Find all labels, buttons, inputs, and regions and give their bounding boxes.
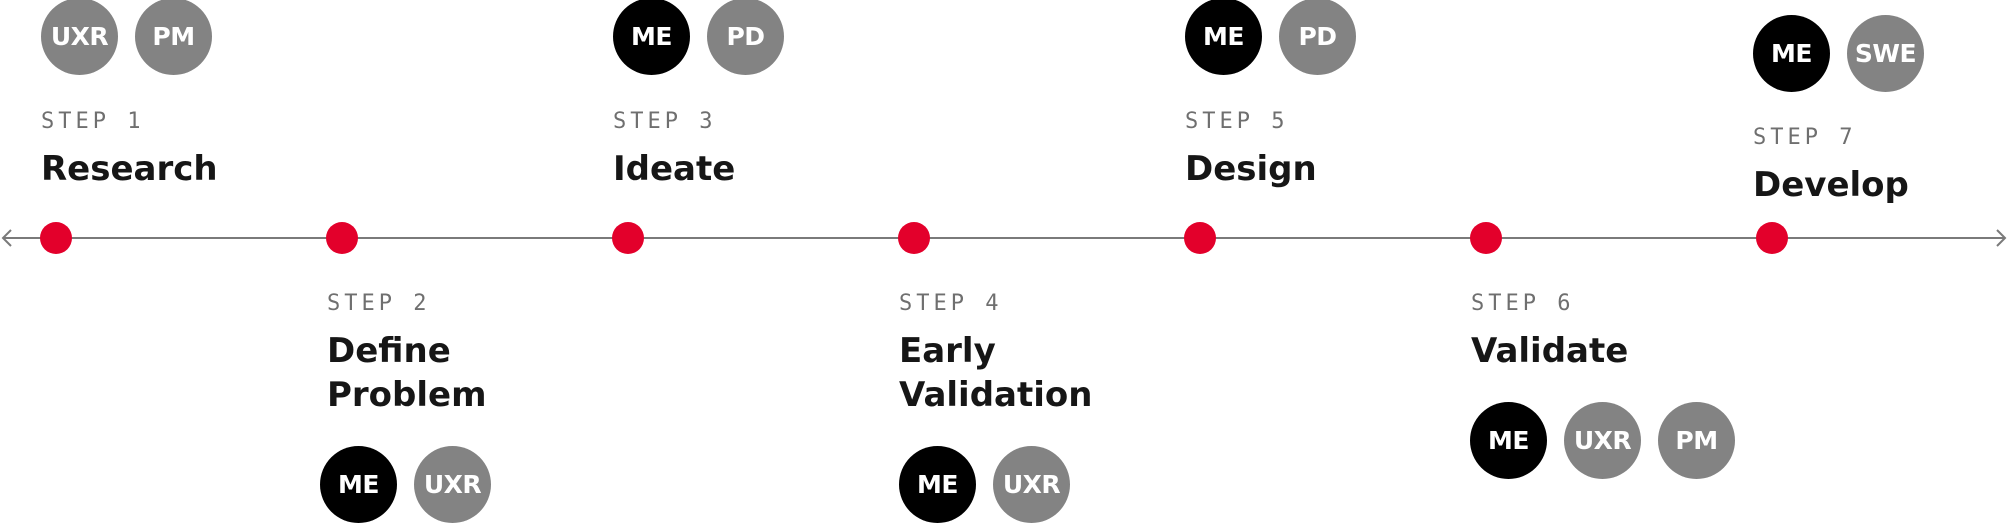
step-7-label: STEP 7 [1753,125,1857,150]
step-2: STEP 2 Define Problem [327,291,627,417]
role-badge-uxr: UXR [1564,402,1641,479]
step-7: STEP 7 Develop [1753,125,2008,207]
step-5: STEP 5 Design [1185,109,1485,191]
step-4-title: Early Validation [899,331,1093,415]
step-2-label: STEP 2 [327,291,431,316]
role-badge-pm: PM [1658,402,1735,479]
role-badge-uxr: UXR [41,0,118,75]
role-badge-me: ME [613,0,690,75]
step-6-roles: ME UXR PM [1470,402,1735,479]
role-badge-me: ME [1753,15,1830,92]
step-5-roles: ME PD [1185,0,1356,75]
step-3-title: Ideate [613,149,736,189]
step-4-label: STEP 4 [899,291,1003,316]
role-badge-me: ME [320,446,397,523]
milestone-dot-step-7 [1756,222,1788,254]
milestone-dot-step-2 [326,222,358,254]
role-badge-pd: PD [707,0,784,75]
step-7-title: Develop [1753,165,1909,205]
step-5-label: STEP 5 [1185,109,1289,134]
step-1-label: STEP 1 [41,109,145,134]
role-badge-swe: SWE [1847,15,1924,92]
milestone-dot-step-6 [1470,222,1502,254]
step-1: STEP 1 Research [41,109,341,191]
role-badge-uxr: UXR [993,446,1070,523]
step-2-roles: ME UXR [320,446,491,523]
step-3-label: STEP 3 [613,109,717,134]
step-4-roles: ME UXR [899,446,1070,523]
step-3: STEP 3 Ideate [613,109,913,191]
step-6: STEP 6 Validate [1471,291,1771,373]
role-badge-me: ME [899,446,976,523]
step-6-label: STEP 6 [1471,291,1575,316]
step-3-roles: ME PD [613,0,784,75]
step-6-title: Validate [1471,331,1629,371]
step-1-title: Research [41,149,218,189]
role-badge-pd: PD [1279,0,1356,75]
step-7-roles: ME SWE [1753,15,1924,92]
role-badge-pm: PM [135,0,212,75]
step-4: STEP 4 Early Validation [899,291,1199,417]
process-timeline: UXR PM STEP 1 Research STEP 2 Define Pro… [0,0,2008,523]
milestone-dot-step-1 [40,222,72,254]
step-2-title: Define Problem [327,331,487,415]
milestone-dot-step-3 [612,222,644,254]
step-1-roles: UXR PM [41,0,212,75]
step-5-title: Design [1185,149,1317,189]
milestone-dot-step-4 [898,222,930,254]
milestone-dot-step-5 [1184,222,1216,254]
role-badge-me: ME [1185,0,1262,75]
role-badge-uxr: UXR [414,446,491,523]
role-badge-me: ME [1470,402,1547,479]
